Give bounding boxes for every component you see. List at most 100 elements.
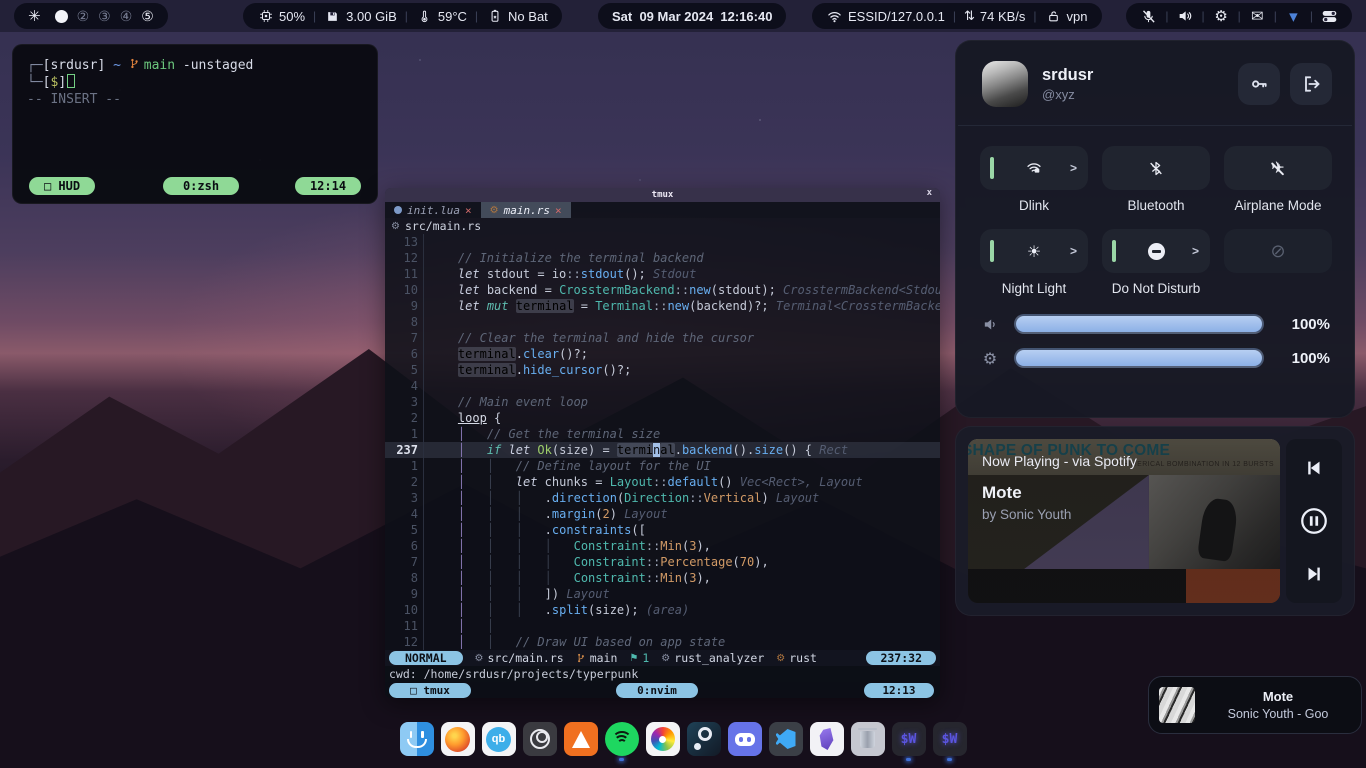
logout-button[interactable] (1290, 63, 1332, 105)
chevron-down-icon[interactable]: ▾ (1285, 8, 1302, 25)
quick-toggle-nightlight[interactable]: ☀> (980, 229, 1088, 273)
media-notification[interactable]: Mote Sonic Youth - Goo (1148, 676, 1362, 734)
dock-photos-icon[interactable] (646, 722, 680, 756)
dock-vlc-icon[interactable] (564, 722, 598, 756)
quick-toggle-airplane[interactable]: ✈ (1224, 146, 1332, 190)
separator: | (313, 9, 316, 23)
user-handle: @xyz (1042, 87, 1093, 102)
code-line[interactable]: 2 loop { (385, 410, 940, 426)
editor-window[interactable]: tmux x init.lua × ⚙ main.rs × ⚙ src/main… (385, 188, 940, 698)
window-close-button[interactable]: x (927, 188, 932, 198)
track-artist: by Sonic Youth (982, 507, 1270, 522)
tab-close-icon[interactable]: × (465, 204, 472, 217)
workspace-4[interactable]: ④ (120, 9, 133, 23)
separator: | (475, 9, 478, 23)
brightness-slider-row: ⚙ 100% (980, 348, 1330, 368)
code-line[interactable]: 13 (385, 234, 940, 250)
code-line[interactable]: 8 │ │ │ │ Constraint::Min(3), (385, 570, 940, 586)
code-line[interactable]: 3 // Main event loop (385, 394, 940, 410)
code-line[interactable]: 11 │ │ (385, 618, 940, 634)
volume-icon[interactable] (1177, 8, 1194, 25)
clock: Sat 09 Mar 2024 12:16:40 (612, 9, 772, 24)
cpu-value: 50% (279, 9, 305, 24)
volume-slider[interactable] (1014, 314, 1264, 334)
network-pill[interactable]: ESSID/127.0.0.1 | ⇅ 74 KB/s | vpn (812, 3, 1102, 29)
lock-keys-button[interactable] (1238, 63, 1280, 105)
pause-button[interactable] (1299, 506, 1329, 536)
workspace-1[interactable] (55, 10, 68, 23)
updown-arrows-icon: ⇅ (964, 9, 975, 24)
quick-toggle-blocked[interactable]: ⊘ (1224, 229, 1332, 273)
brightness-slider[interactable] (1014, 348, 1264, 368)
window-titlebar[interactable]: tmux x (385, 188, 940, 202)
settings-gear-icon[interactable]: ⚙ (1213, 8, 1230, 25)
hud-terminal-window[interactable]: ┌─[srdusr] ~ main -unstaged └─[$] -- INS… (12, 44, 378, 204)
code-line[interactable]: 10 │ │ │ .split(size); (area) (385, 602, 940, 618)
code-line[interactable]: 4 (385, 378, 940, 394)
code-line[interactable]: 237 │ if let Ok(size) = terminal.backend… (385, 442, 940, 458)
tab-init-lua[interactable]: init.lua × (385, 202, 481, 218)
code-line[interactable]: 5 │ │ │ .constraints([ (385, 522, 940, 538)
code-line[interactable]: 1 │ │ // Define layout for the UI (385, 458, 940, 474)
flag-icon: ⚑ (629, 653, 638, 664)
code-line[interactable]: 12 // Initialize the terminal backend (385, 250, 940, 266)
dock-sw2-icon[interactable]: $W (933, 722, 967, 756)
previous-track-button[interactable] (1299, 453, 1329, 483)
blocked-icon: ⊘ (1270, 241, 1285, 262)
next-track-button[interactable] (1299, 559, 1329, 589)
code-line[interactable]: 6 │ │ │ │ Constraint::Min(3), (385, 538, 940, 554)
mic-muted-icon[interactable] (1140, 8, 1157, 25)
album-art-card[interactable]: SHAPE OF PUNK TO COME A CHIMERICAL BOMBI… (968, 439, 1280, 603)
code-line[interactable]: 4 │ │ │ .margin(2) Layout (385, 506, 940, 522)
workspace-2[interactable]: ② (77, 9, 90, 23)
code-line[interactable]: 9 │ │ │ ]) Layout (385, 586, 940, 602)
enabled-indicator (990, 157, 994, 179)
tab-main-rs[interactable]: ⚙ main.rs × (481, 202, 571, 218)
dock-obs-icon[interactable] (523, 722, 557, 756)
quick-toggle-dlink[interactable]: > (980, 146, 1088, 190)
tmux-window-pill[interactable]: 0:nvim (616, 683, 698, 698)
dock-trash-icon[interactable] (851, 722, 885, 756)
tmux-session-pill[interactable]: □ tmux (389, 683, 471, 698)
dock-discord-icon[interactable] (728, 722, 762, 756)
tab-close-icon[interactable]: × (555, 204, 562, 217)
workspace-switcher[interactable]: ②③④⑤ (55, 9, 154, 23)
status-git-branch: main (576, 651, 618, 665)
mail-icon[interactable]: ✉ (1249, 8, 1266, 25)
dock-obsidian-icon[interactable] (810, 722, 844, 756)
chevron-right-icon[interactable]: > (1070, 244, 1077, 258)
code-line[interactable]: 8 (385, 314, 940, 330)
running-indicator (906, 758, 911, 761)
code-line[interactable]: 3 │ │ │ .direction(Direction::Vertical) … (385, 490, 940, 506)
code-line[interactable]: 2 │ │ let chunks = Layout::default() Vec… (385, 474, 940, 490)
workspace-3[interactable]: ③ (98, 9, 111, 23)
code-line[interactable]: 7 // Clear the terminal and hide the cur… (385, 330, 940, 346)
code-line[interactable]: 9 let mut terminal = Terminal::new(backe… (385, 298, 940, 314)
toggles-icon[interactable] (1321, 8, 1338, 25)
running-indicator (619, 758, 624, 761)
code-line[interactable]: 5 terminal.hide_cursor()?; (385, 362, 940, 378)
code-line[interactable]: 12 │ │ // Draw UI based on app state (385, 634, 940, 650)
code-line[interactable]: 10 let backend = CrosstermBackend::new(s… (385, 282, 940, 298)
chevron-right-icon[interactable]: > (1192, 244, 1199, 258)
quick-toggle-bluetooth[interactable] (1102, 146, 1210, 190)
essid-value: ESSID/127.0.0.1 (848, 9, 945, 24)
chevron-right-icon[interactable]: > (1070, 161, 1077, 175)
logout-icon (1301, 74, 1321, 94)
code-line[interactable]: 6 terminal.clear()?; (385, 346, 940, 362)
dock-vscode-icon[interactable] (769, 722, 803, 756)
separator: | (1202, 9, 1205, 23)
dock-steam-icon[interactable] (687, 722, 721, 756)
code-line[interactable]: 11 let stdout = io::stdout(); Stdout (385, 266, 940, 282)
dock-sw1-icon[interactable]: $W (892, 722, 926, 756)
code-area[interactable]: 1312 // Initialize the terminal backend1… (385, 234, 940, 650)
dock-spotify-icon[interactable] (605, 722, 639, 756)
code-line[interactable]: 7 │ │ │ │ Constraint::Percentage(70), (385, 554, 940, 570)
dock-finder-icon[interactable] (400, 722, 434, 756)
workspace-5[interactable]: ⑤ (141, 9, 154, 23)
clock-pill[interactable]: Sat 09 Mar 2024 12:16:40 (598, 3, 786, 29)
dock-firefox-icon[interactable] (441, 722, 475, 756)
dock-qbittorrent-icon[interactable]: qb (482, 722, 516, 756)
code-line[interactable]: 1 │ // Get the terminal size (385, 426, 940, 442)
quick-toggle-dnd[interactable]: > (1102, 229, 1210, 273)
